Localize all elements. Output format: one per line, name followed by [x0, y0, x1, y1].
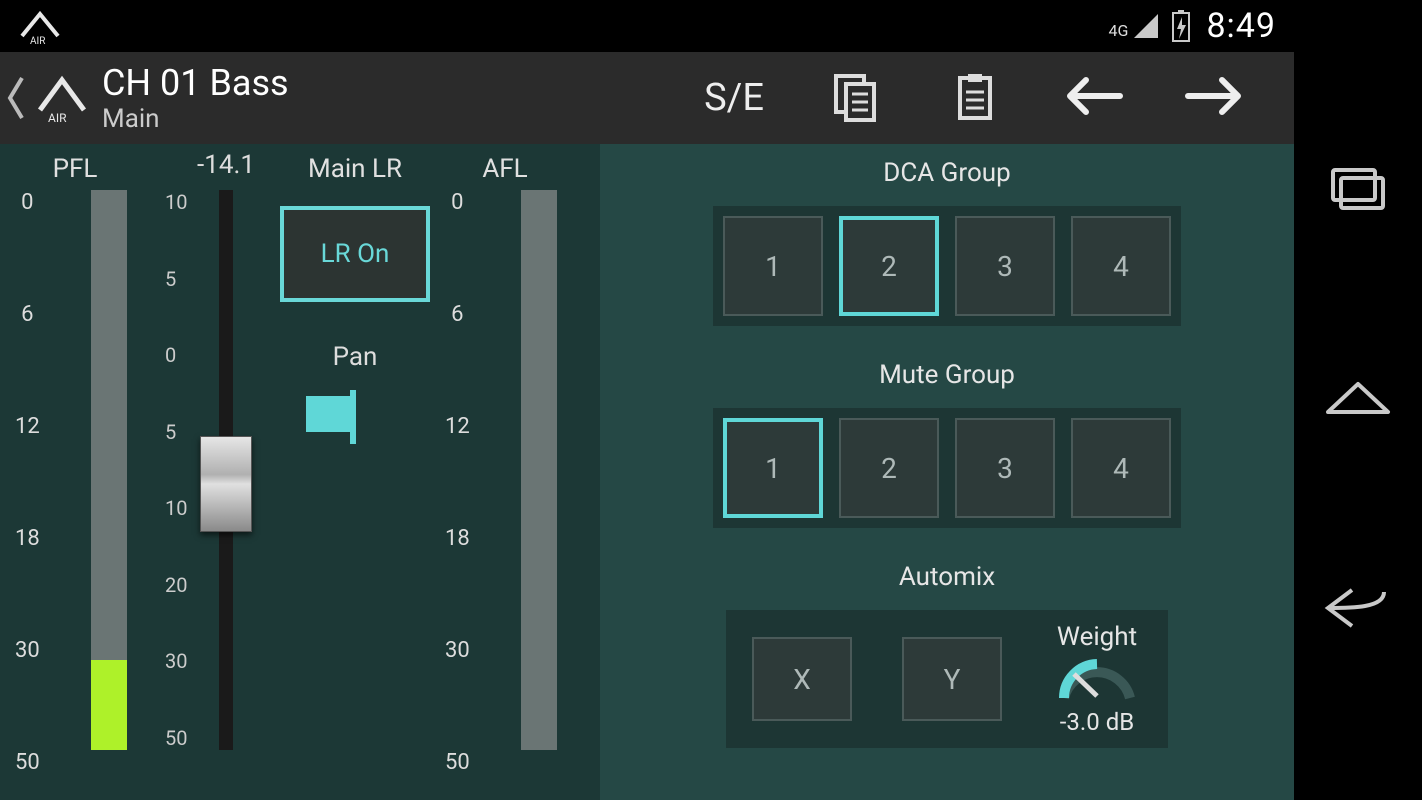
pfl-meter-track[interactable]: 0612183050: [15, 190, 135, 750]
afl-meter-track[interactable]: 0612183050: [445, 190, 565, 750]
dca-group: DCA Group 1234: [712, 158, 1182, 326]
dca-group-title: DCA Group: [712, 158, 1182, 188]
mute-group-title: Mute Group: [712, 360, 1182, 390]
xair-notification-icon: AIR: [18, 6, 62, 46]
arrow-left-icon: [1062, 72, 1126, 124]
battery-icon: [1170, 9, 1192, 43]
mute-button-1[interactable]: 1: [723, 418, 823, 518]
home-button[interactable]: [1322, 374, 1394, 424]
main-lr-label: Main LR: [280, 154, 430, 184]
mute-button-4[interactable]: 4: [1071, 418, 1171, 518]
channel-fader[interactable]: -14.1 1050510203050: [166, 150, 286, 790]
dca-button-1[interactable]: 1: [723, 216, 823, 316]
channel-title: CH 01 Bass: [102, 62, 289, 104]
left-panel: PFL 0612183050 -14.1 1050510203050 Main …: [0, 144, 600, 800]
back-icon: [1322, 617, 1394, 636]
android-statusbar: AIR 4G 8:49: [0, 0, 1294, 52]
weight-label: Weight: [1052, 622, 1142, 652]
pan-label: Pan: [280, 342, 430, 372]
next-channel-button[interactable]: [1154, 52, 1274, 144]
paste-button[interactable]: [914, 52, 1034, 144]
copy-button[interactable]: [794, 52, 914, 144]
actionbar: AIR CH 01 Bass Main S/E: [0, 52, 1294, 144]
prev-channel-button[interactable]: [1034, 52, 1154, 144]
se-button[interactable]: S/E: [674, 52, 794, 144]
statusbar-clock: 8:49: [1206, 6, 1276, 46]
dca-button-4[interactable]: 4: [1071, 216, 1171, 316]
dca-button-2[interactable]: 2: [839, 216, 939, 316]
automix-title: Automix: [712, 562, 1182, 592]
copy-icon: [826, 68, 882, 128]
xair-logo-icon: AIR: [32, 68, 92, 128]
mute-button-3[interactable]: 3: [955, 418, 1055, 518]
fader-value: -14.1: [166, 150, 286, 180]
main-lr-column: Main LR LR On Pan: [280, 154, 430, 434]
mute-group: Mute Group 1234: [712, 360, 1182, 528]
fader-knob[interactable]: [200, 436, 252, 532]
recents-icon: [1327, 195, 1389, 214]
svg-text:AIR: AIR: [30, 36, 45, 46]
recents-button[interactable]: [1327, 164, 1389, 214]
back-nav-button[interactable]: [1322, 584, 1394, 636]
automix-weight-knob[interactable]: Weight -3.0 dB: [1052, 622, 1142, 736]
channel-subtitle: Main: [102, 104, 289, 134]
home-icon: [1322, 405, 1394, 424]
lr-on-button[interactable]: LR On: [280, 206, 430, 302]
pan-control[interactable]: [280, 394, 430, 434]
back-button[interactable]: [0, 52, 32, 144]
mute-button-2[interactable]: 2: [839, 418, 939, 518]
content-area: PFL 0612183050 -14.1 1050510203050 Main …: [0, 144, 1294, 800]
automix-group: Automix X Y Weight -3.0 dB: [712, 562, 1182, 748]
pfl-label: PFL: [0, 154, 150, 184]
svg-text:AIR: AIR: [48, 111, 67, 124]
pfl-meter: PFL 0612183050: [0, 154, 150, 784]
network-4g-icon: 4G: [1109, 12, 1161, 40]
afl-label: AFL: [430, 154, 580, 184]
arrow-right-icon: [1182, 72, 1246, 124]
android-navbar: [1294, 0, 1422, 800]
afl-meter: AFL 0612183050: [430, 154, 580, 784]
automix-y-button[interactable]: Y: [902, 637, 1002, 721]
right-panel: DCA Group 1234 Mute Group 1234 Automix X…: [600, 144, 1294, 800]
automix-x-button[interactable]: X: [752, 637, 852, 721]
dca-button-3[interactable]: 3: [955, 216, 1055, 316]
weight-value: -3.0 dB: [1052, 708, 1142, 736]
clipboard-icon: [946, 68, 1002, 128]
